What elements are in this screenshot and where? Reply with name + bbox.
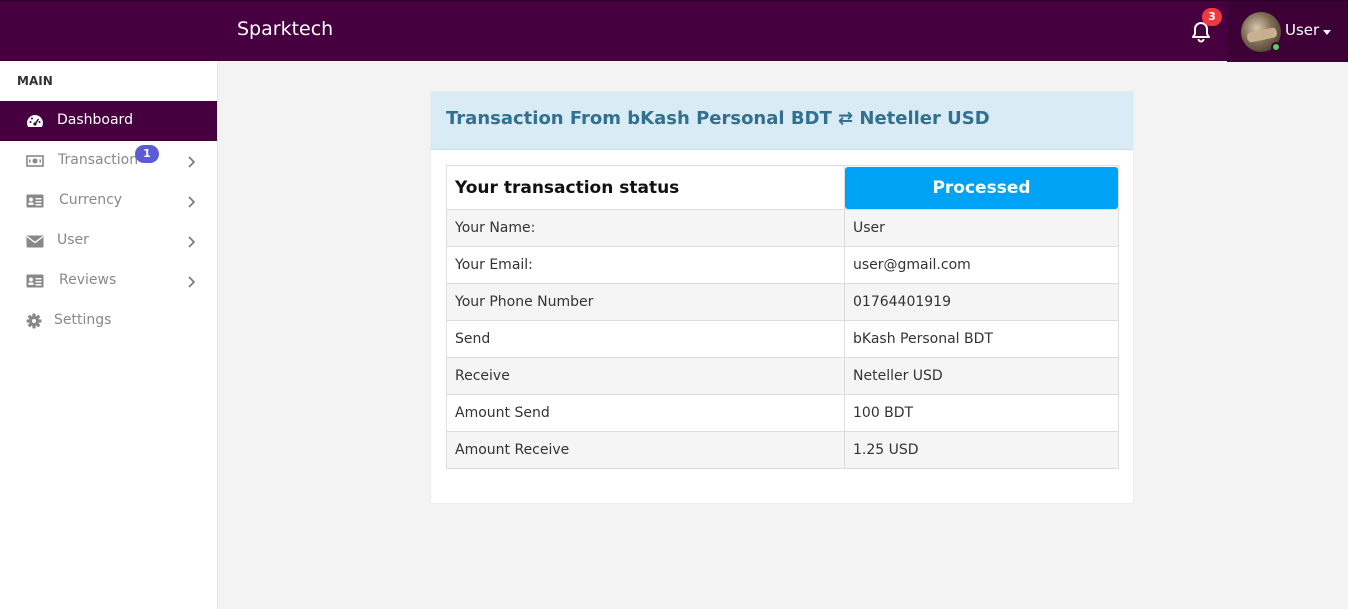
row-label: Your Email: — [446, 246, 845, 284]
top-navbar: Sparktech 3 User — [0, 0, 1348, 62]
sidebar-item-settings[interactable]: Settings — [0, 301, 217, 341]
sidebar-item-label: User — [57, 232, 89, 248]
chevron-right-icon — [188, 156, 196, 168]
table-row: Amount Send 100 BDT — [446, 394, 1119, 432]
row-value: user@gmail.com — [844, 246, 1119, 284]
user-menu[interactable]: User — [1227, 1, 1348, 62]
sidebar: MAIN Dashboard Transaction 1 Currency Us… — [0, 61, 218, 609]
row-value: Neteller USD — [844, 357, 1119, 395]
envelope-icon — [26, 235, 44, 248]
row-value: 100 BDT — [844, 394, 1119, 432]
row-label: Your Phone Number — [446, 283, 845, 321]
status-label: Your transaction status — [455, 177, 680, 198]
sidebar-item-currency[interactable]: Currency — [0, 181, 217, 221]
brand-name[interactable]: Sparktech — [237, 18, 333, 40]
card-header: Transaction From bKash Personal BDT ⇄ Ne… — [431, 92, 1133, 150]
transaction-count-badge: 1 — [135, 145, 159, 163]
row-value: bKash Personal BDT — [844, 320, 1119, 358]
id-card-icon — [26, 194, 44, 208]
sidebar-item-user[interactable]: User — [0, 221, 217, 261]
transaction-card: Transaction From bKash Personal BDT ⇄ Ne… — [430, 91, 1134, 504]
table-row: Receive Neteller USD — [446, 357, 1119, 395]
row-value: User — [844, 209, 1119, 247]
sidebar-item-transaction[interactable]: Transaction 1 — [0, 141, 217, 181]
user-menu-label[interactable]: User — [1285, 21, 1319, 39]
money-icon — [26, 155, 44, 167]
chevron-right-icon — [188, 276, 196, 288]
row-label: Amount Receive — [446, 431, 845, 469]
caret-down-icon[interactable] — [1323, 30, 1331, 35]
table-row: Amount Receive 1.25 USD — [446, 431, 1119, 469]
table-row: Your transaction status Processed — [446, 165, 1119, 210]
sidebar-item-label: Transaction — [58, 152, 139, 168]
status-badge: Processed — [845, 166, 1118, 209]
sidebar-item-dashboard[interactable]: Dashboard — [0, 101, 217, 141]
table-row: Your Name: User — [446, 209, 1119, 247]
status-label-cell: Your transaction status — [446, 165, 845, 210]
sidebar-section-title: MAIN — [17, 74, 53, 88]
gear-icon — [26, 313, 42, 329]
online-status-dot — [1271, 42, 1281, 52]
status-value-cell: Processed — [844, 165, 1119, 210]
sidebar-item-label: Reviews — [59, 272, 117, 288]
row-label: Receive — [446, 357, 845, 395]
chevron-right-icon — [188, 236, 196, 248]
card-title: Transaction From bKash Personal BDT ⇄ Ne… — [446, 108, 990, 129]
transaction-details-table: Your transaction status Processed Your N… — [446, 165, 1119, 469]
notification-badge: 3 — [1202, 8, 1222, 26]
sidebar-item-reviews[interactable]: Reviews — [0, 261, 217, 301]
row-label: Amount Send — [446, 394, 845, 432]
table-row: Your Phone Number 01764401919 — [446, 283, 1119, 321]
table-row: Your Email: user@gmail.com — [446, 246, 1119, 284]
chevron-right-icon — [188, 196, 196, 208]
row-label: Your Name: — [446, 209, 845, 247]
sidebar-item-label: Settings — [54, 312, 112, 328]
row-label: Send — [446, 320, 845, 358]
dashboard-icon — [27, 115, 43, 127]
sidebar-item-label: Dashboard — [57, 112, 133, 128]
table-row: Send bKash Personal BDT — [446, 320, 1119, 358]
row-value: 1.25 USD — [844, 431, 1119, 469]
id-card-icon — [26, 274, 44, 288]
sidebar-item-label: Currency — [59, 192, 123, 208]
row-value: 01764401919 — [844, 283, 1119, 321]
